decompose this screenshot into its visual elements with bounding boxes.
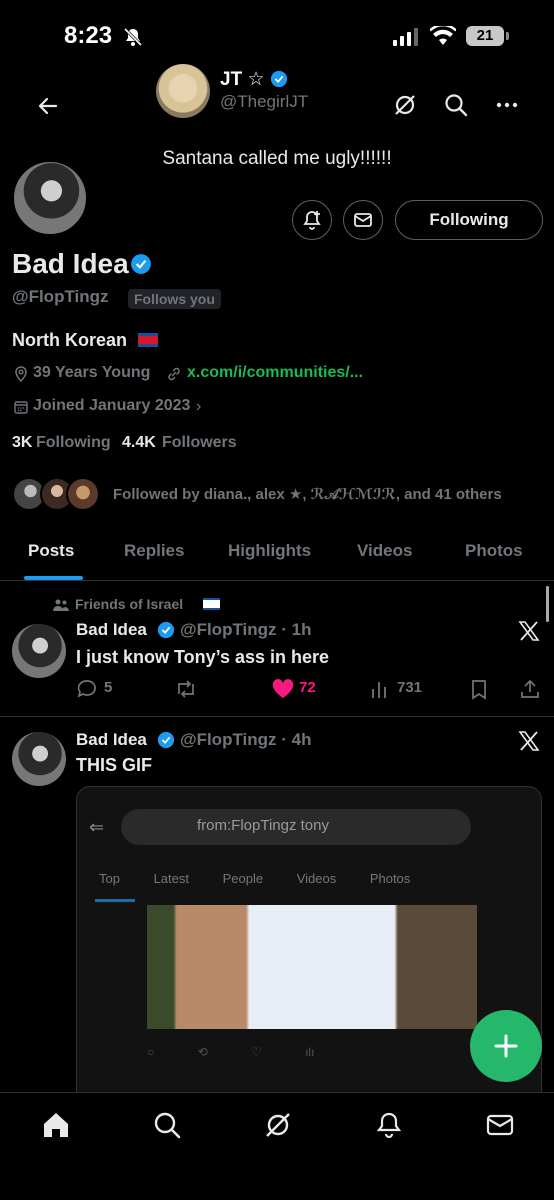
verified-badge-icon bbox=[270, 70, 290, 90]
tab-photos[interactable]: Photos bbox=[465, 541, 523, 561]
context-user-name-text: JT ☆ bbox=[220, 69, 265, 90]
post-text: THIS GIF bbox=[76, 755, 152, 775]
context-user-name[interactable]: JT ☆ bbox=[220, 68, 290, 91]
signal-icon bbox=[393, 28, 419, 46]
tab-posts[interactable]: Posts bbox=[28, 541, 74, 561]
followed-by-text[interactable]: Followed by diana., alex ★, ℛ𝒜ℋℳℐℛ, and … bbox=[113, 485, 502, 503]
views-icon[interactable] bbox=[370, 678, 392, 700]
media-photo bbox=[147, 905, 477, 1029]
location-pin-icon bbox=[13, 366, 29, 382]
verified-badge-icon bbox=[157, 731, 175, 749]
more-options-icon[interactable] bbox=[494, 92, 520, 118]
messages-icon[interactable] bbox=[485, 1110, 515, 1140]
context-user-handle: @ThegirlJT bbox=[220, 92, 309, 111]
verified-badge-icon bbox=[157, 621, 175, 639]
wifi-icon bbox=[430, 26, 456, 46]
tab-highlights[interactable]: Highlights bbox=[228, 541, 311, 561]
scrollbar[interactable] bbox=[546, 586, 549, 622]
reply-count: 5 bbox=[104, 679, 113, 696]
calendar-icon bbox=[13, 399, 29, 415]
back-button[interactable] bbox=[34, 92, 62, 120]
divider bbox=[0, 716, 554, 717]
profile-bio: North Korean bbox=[12, 330, 128, 350]
back-arrow-icon: ⇐ bbox=[89, 817, 105, 837]
battery-tip bbox=[506, 32, 509, 40]
verified-badge-icon[interactable] bbox=[130, 253, 152, 275]
profile-location: 39 Years Young bbox=[33, 364, 151, 381]
share-icon[interactable] bbox=[519, 678, 541, 700]
chevron-right-icon[interactable]: › bbox=[196, 398, 201, 416]
status-time: 8:23 bbox=[64, 22, 113, 49]
compose-button[interactable] bbox=[470, 1010, 542, 1082]
profile-joined-date[interactable]: Joined January 2023 bbox=[33, 397, 190, 415]
context-user-avatar[interactable] bbox=[156, 64, 210, 118]
battery-level: 21 bbox=[466, 26, 504, 46]
view-count: 731 bbox=[397, 679, 423, 696]
media-tab-underline bbox=[95, 899, 135, 902]
notifications-icon[interactable] bbox=[374, 1110, 404, 1140]
search-icon[interactable] bbox=[152, 1110, 182, 1140]
follows-you-badge: Follows you bbox=[128, 289, 221, 309]
tab-videos[interactable]: Videos bbox=[357, 541, 412, 561]
search-icon[interactable] bbox=[443, 92, 469, 118]
like-count: 72 bbox=[299, 679, 316, 696]
like-icon[interactable] bbox=[271, 678, 295, 700]
post-text: I just know Tony’s ass in here bbox=[76, 647, 330, 667]
envelope-icon bbox=[354, 213, 372, 227]
media-search-text: from:FlopTingz tony bbox=[197, 817, 329, 834]
message-button[interactable] bbox=[343, 200, 383, 240]
link-icon bbox=[166, 366, 182, 382]
post-handle-time[interactable]: @FlopTingz · 4h bbox=[180, 730, 311, 750]
profile-username: @FlopTingz bbox=[12, 287, 109, 306]
notify-button[interactable] bbox=[292, 200, 332, 240]
following-button[interactable]: Following bbox=[395, 200, 543, 240]
post-handle-time[interactable]: @FlopTingz · 1h bbox=[180, 620, 311, 640]
bottom-navigation bbox=[0, 1092, 554, 1200]
post-avatar[interactable] bbox=[12, 624, 66, 678]
followers-label[interactable]: Followers bbox=[162, 434, 237, 452]
following-label[interactable]: Following bbox=[36, 434, 111, 452]
bell-plus-icon bbox=[303, 211, 321, 230]
profile-link[interactable]: x.com/i/communities/... bbox=[187, 364, 363, 382]
context-user-status: Santana called me ugly!!!!!! bbox=[162, 148, 392, 169]
media-tabs: Top Latest People Videos Photos bbox=[99, 871, 411, 886]
profile-avatar[interactable] bbox=[12, 160, 88, 236]
x-logo-icon[interactable] bbox=[518, 730, 540, 752]
following-count[interactable]: 3K bbox=[12, 434, 32, 452]
bookmark-icon[interactable] bbox=[469, 678, 489, 700]
x-logo-icon[interactable] bbox=[518, 620, 540, 642]
tab-replies[interactable]: Replies bbox=[124, 541, 184, 561]
followers-count[interactable]: 4.4K bbox=[122, 434, 156, 452]
repost-icon[interactable] bbox=[174, 678, 198, 700]
bell-off-icon bbox=[123, 27, 143, 47]
israel-flag-icon bbox=[203, 598, 220, 610]
media-action-row: ○ ⟲ ♡ ılı bbox=[147, 1045, 315, 1059]
community-name[interactable]: Friends of Israel bbox=[75, 596, 183, 612]
community-icon bbox=[52, 598, 70, 612]
divider bbox=[0, 580, 554, 581]
post-avatar[interactable] bbox=[12, 732, 66, 786]
profile-display-name: Bad Idea bbox=[12, 248, 129, 279]
post-author-name[interactable]: Bad Idea bbox=[76, 620, 147, 640]
home-icon[interactable] bbox=[41, 1110, 71, 1140]
north-korea-flag-icon bbox=[138, 333, 158, 347]
grok-icon[interactable] bbox=[263, 1110, 293, 1140]
plus-icon bbox=[494, 1034, 518, 1058]
grok-icon[interactable] bbox=[392, 92, 418, 118]
post-author-name[interactable]: Bad Idea bbox=[76, 730, 147, 750]
reply-icon[interactable] bbox=[76, 678, 98, 700]
mutual-follower-avatar[interactable] bbox=[66, 477, 100, 511]
